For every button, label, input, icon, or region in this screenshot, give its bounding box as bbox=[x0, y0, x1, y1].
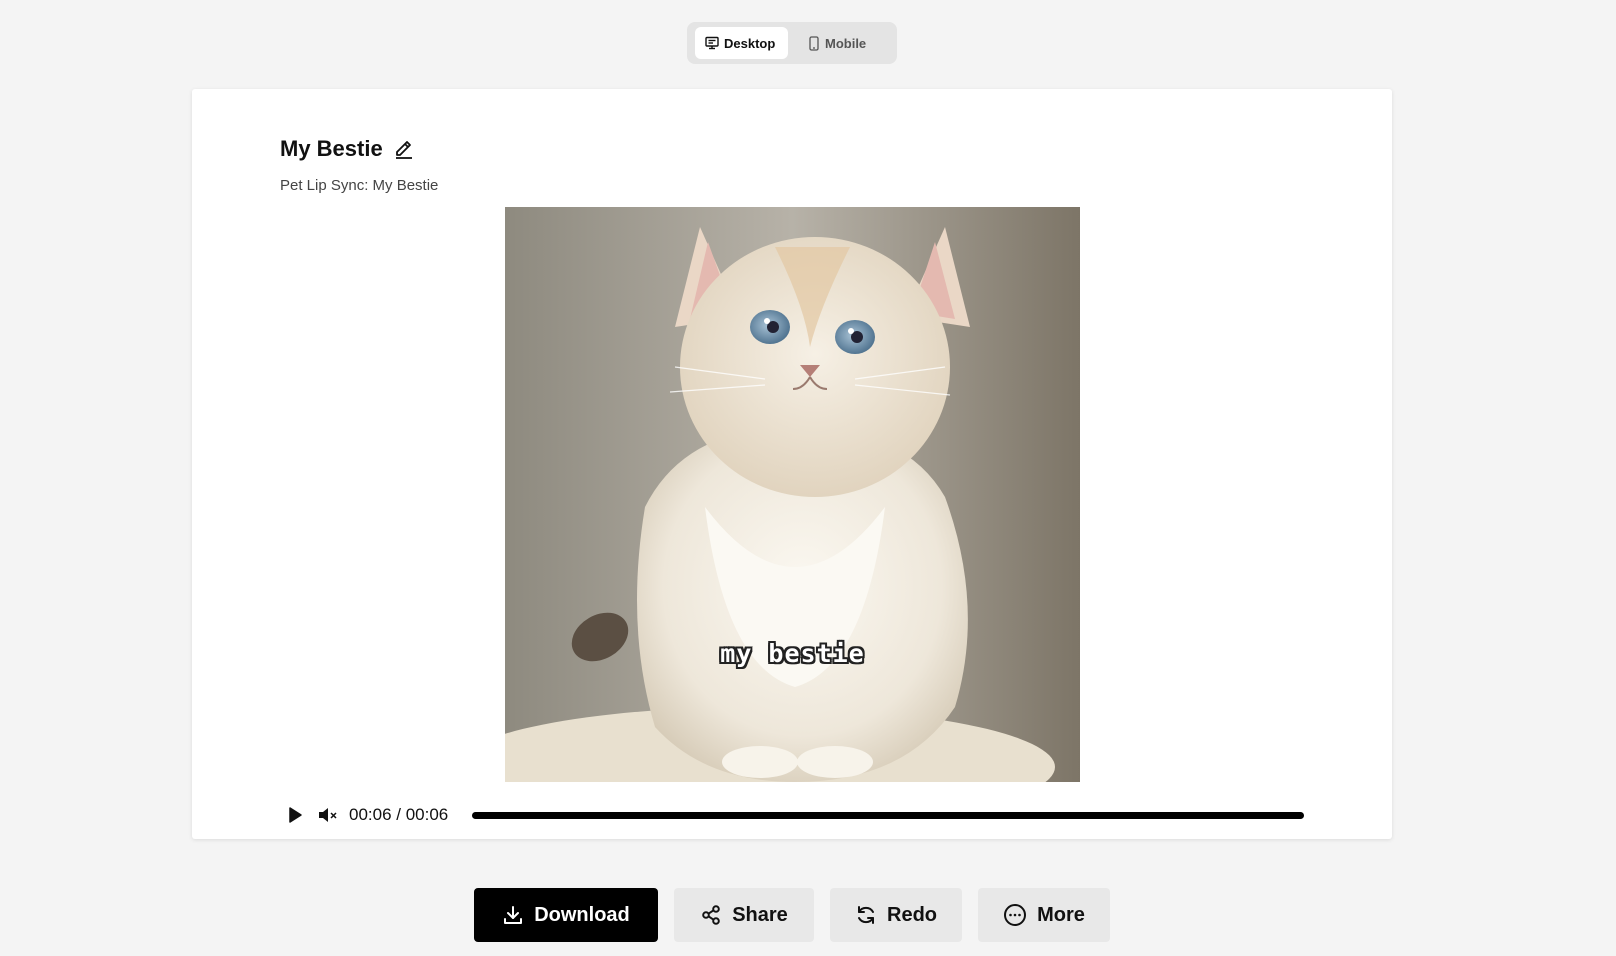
edit-title-icon[interactable] bbox=[393, 138, 415, 160]
video-title: My Bestie bbox=[280, 136, 383, 161]
video-card: My Bestie Pet Lip Sync: My Bestie my bes… bbox=[192, 89, 1392, 839]
refresh-icon bbox=[855, 904, 877, 926]
video-caption: my bestie bbox=[720, 639, 865, 668]
progress-bar[interactable] bbox=[472, 812, 1304, 819]
mobile-label: Mobile bbox=[825, 35, 867, 51]
share-label: Share bbox=[732, 903, 788, 926]
redo-button[interactable]: Redo bbox=[830, 888, 962, 942]
desktop-toggle-button[interactable]: Desktop bbox=[695, 27, 788, 59]
cat-video-frame bbox=[505, 207, 1080, 782]
video-subtitle: Pet Lip Sync: My Bestie bbox=[280, 177, 439, 194]
desktop-label: Desktop bbox=[724, 35, 776, 51]
video-player[interactable]: my bestie bbox=[505, 207, 1080, 782]
play-icon[interactable] bbox=[286, 806, 304, 824]
progress-fill bbox=[472, 812, 1304, 819]
time-display: 00:06 / 00:06 bbox=[349, 805, 449, 824]
action-bar: Download Share Redo More bbox=[474, 888, 1110, 942]
download-label: Download bbox=[534, 903, 630, 926]
view-toggle: Desktop Mobile bbox=[687, 22, 897, 64]
download-icon bbox=[502, 904, 524, 926]
mobile-toggle-button[interactable]: Mobile bbox=[798, 27, 876, 59]
more-label: More bbox=[1037, 903, 1085, 926]
more-icon bbox=[1003, 903, 1027, 927]
share-button[interactable]: Share bbox=[674, 888, 814, 942]
redo-label: Redo bbox=[887, 903, 937, 926]
share-icon bbox=[700, 904, 722, 926]
more-button[interactable]: More bbox=[978, 888, 1110, 942]
phone-icon bbox=[808, 35, 820, 51]
download-button[interactable]: Download bbox=[474, 888, 658, 942]
monitor-icon bbox=[705, 36, 719, 50]
volume-muted-icon[interactable] bbox=[317, 806, 339, 824]
video-controls: 00:06 / 00:06 bbox=[286, 800, 1306, 830]
title-row: My Bestie bbox=[280, 136, 415, 162]
